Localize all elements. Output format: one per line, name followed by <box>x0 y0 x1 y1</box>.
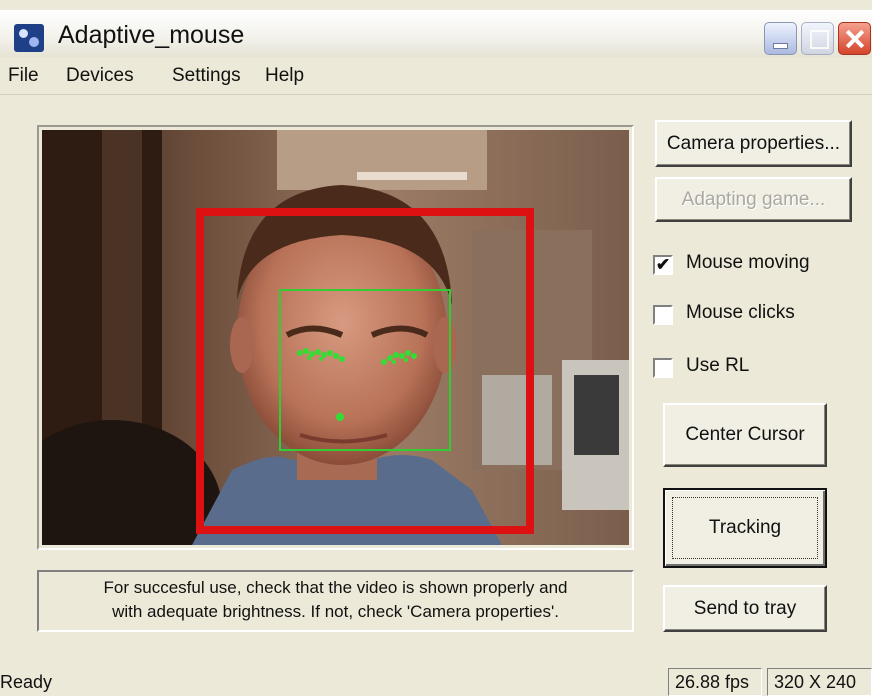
info-message-box: For succesful use, check that the video … <box>37 570 634 632</box>
camera-video <box>42 130 629 545</box>
nose-feature-point <box>336 413 344 421</box>
checkbox-label: Mouse moving <box>686 252 810 273</box>
fps-readout: 26.88 fps <box>668 668 762 696</box>
app-window: Adaptive_mouse File Devices Settings Hel… <box>0 0 872 696</box>
tracking-button-label: Tracking <box>708 517 782 538</box>
send-to-tray-button[interactable]: Send to tray <box>663 585 827 632</box>
window-title: Adaptive_mouse <box>58 21 245 49</box>
checkbox-label: Mouse clicks <box>686 302 795 323</box>
maximize-button[interactable] <box>801 22 834 55</box>
menu-devices[interactable]: Devices <box>66 65 134 87</box>
video-frame <box>37 125 634 550</box>
menu-file[interactable]: File <box>8 65 39 87</box>
adapting-game-button[interactable]: Adapting game... <box>655 177 852 222</box>
menu-bar: File Devices Settings Help <box>0 58 872 95</box>
menu-help[interactable]: Help <box>265 65 304 87</box>
app-icon <box>14 24 44 52</box>
info-line-1: For succesful use, check that the video … <box>103 578 568 597</box>
center-cursor-button[interactable]: Center Cursor <box>663 403 827 467</box>
close-button[interactable] <box>838 22 871 55</box>
checkbox-box[interactable] <box>653 305 673 325</box>
tracking-button[interactable]: Tracking <box>663 488 827 568</box>
minimize-button[interactable] <box>764 22 797 55</box>
checkbox-box[interactable]: ✔ <box>653 255 673 275</box>
camera-properties-button[interactable]: Camera properties... <box>655 120 852 167</box>
checkbox-label: Use RL <box>686 355 750 376</box>
checkbox-box[interactable] <box>653 358 673 378</box>
title-bar[interactable]: Adaptive_mouse <box>0 10 872 58</box>
status-text: Ready <box>0 672 53 692</box>
camera-image <box>42 130 629 545</box>
info-line-2: with adequate brightness. If not, check … <box>112 602 559 621</box>
status-bar: Ready 26.88 fps 320 X 240 <box>0 665 872 696</box>
menu-settings[interactable]: Settings <box>172 65 241 87</box>
resolution-readout: 320 X 240 <box>767 668 872 696</box>
